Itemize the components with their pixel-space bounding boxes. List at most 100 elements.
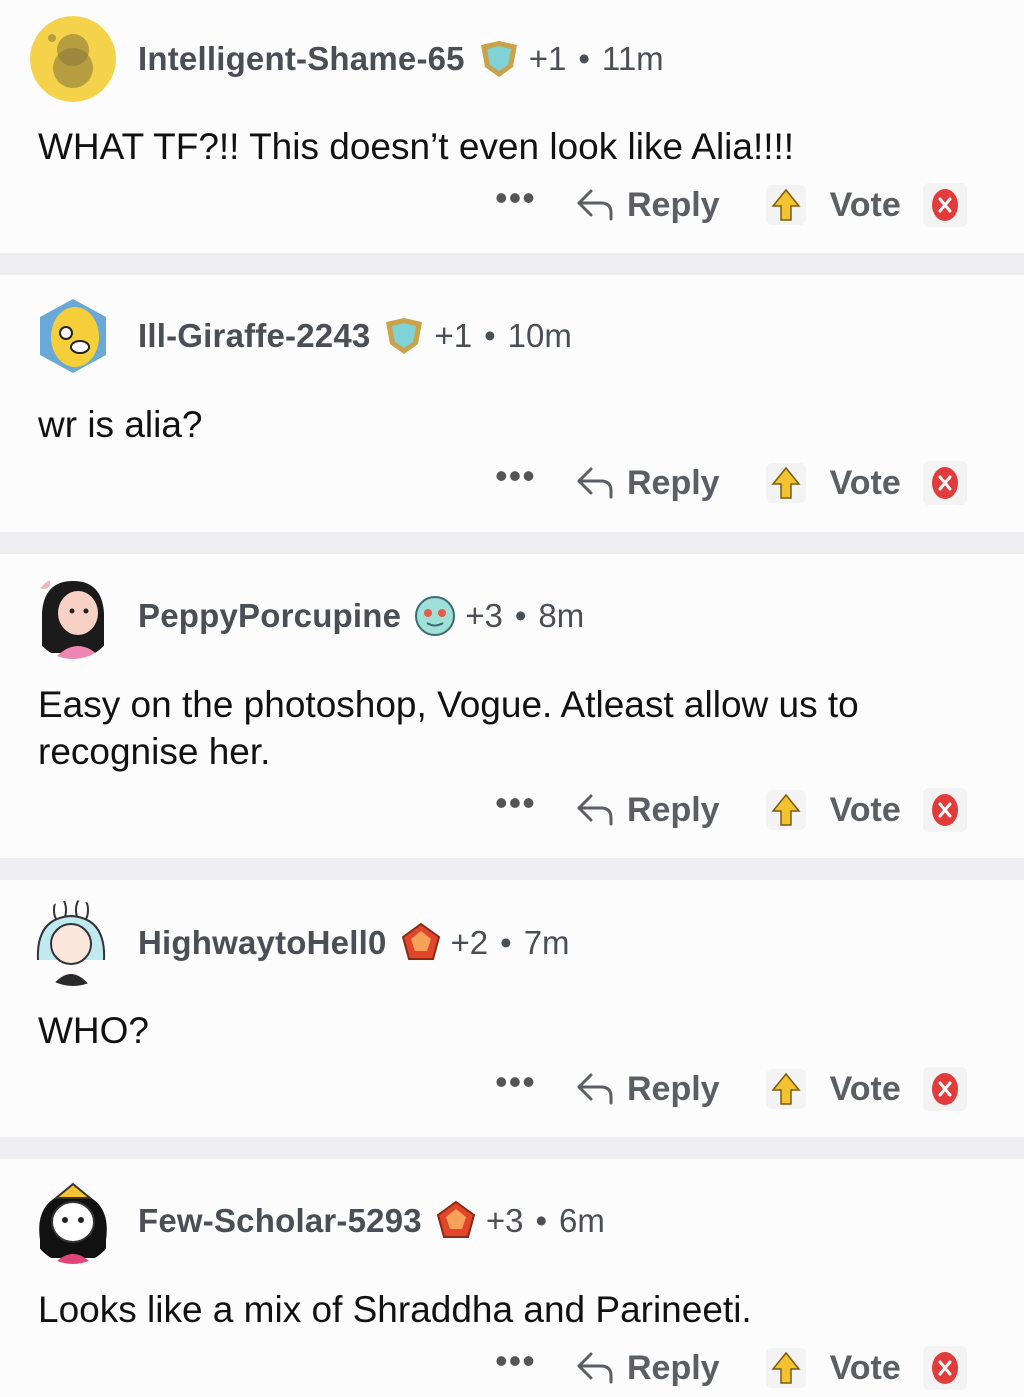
comment: PeppyPorcupine +3 • 8m Easy on the photo… (0, 554, 1024, 858)
more-options-button[interactable]: ••• (495, 1061, 535, 1103)
alien-flair-icon (413, 594, 457, 638)
reply-button[interactable]: Reply (575, 464, 720, 503)
avatar[interactable] (30, 573, 116, 659)
upvote-icon (771, 188, 801, 221)
upvote-button[interactable] (765, 463, 806, 503)
comment-divider (0, 532, 1024, 554)
comment-body: wr is alia? (38, 404, 203, 445)
more-options-button[interactable]: ••• (495, 455, 535, 497)
upvote-button[interactable] (765, 1348, 806, 1388)
meta-separator: • (514, 597, 527, 634)
comment-age: 11m (601, 40, 664, 77)
comment-divider (0, 1137, 1024, 1159)
vote-label: Vote (829, 1348, 901, 1387)
comment-body: WHAT TF?!! This doesn’t even look like A… (38, 126, 795, 167)
downvote-close-icon (931, 189, 958, 221)
comment-header: Intelligent-Shame-65 +1 • 11m (30, 16, 664, 102)
award-count: +1 (528, 40, 567, 77)
upvote-button[interactable] (765, 185, 806, 225)
downvote-close-icon (931, 1352, 958, 1384)
downvote-button[interactable] (922, 788, 967, 832)
downvote-button[interactable] (922, 1067, 967, 1111)
comment-divider (0, 858, 1024, 880)
author-name[interactable]: Few-Scholar-5293 (138, 1202, 422, 1240)
comment-age: 10m (507, 317, 572, 354)
avatar[interactable] (30, 293, 116, 379)
comment-feed: Intelligent-Shame-65 +1 • 11m WHAT TF?!!… (0, 0, 1024, 1397)
award-count: +3 (465, 597, 503, 634)
avatar[interactable] (30, 1178, 116, 1264)
award-count: +3 (485, 1202, 524, 1239)
reply-button[interactable]: Reply (575, 1349, 720, 1388)
vote-label: Vote (829, 790, 901, 829)
vote-label: Vote (829, 463, 901, 502)
gold-shield-flair-icon (382, 314, 426, 358)
more-options-button[interactable]: ••• (495, 177, 535, 219)
reply-arrow-icon (577, 467, 613, 499)
vote-label: Vote (829, 185, 901, 224)
comment: Intelligent-Shame-65 +1 • 11m WHAT TF?!!… (0, 0, 1024, 253)
author-name[interactable]: PeppyPorcupine (138, 597, 401, 635)
meta-separator: • (535, 1202, 548, 1239)
comment-header: Ill-Giraffe-2243 +1 • 10m (30, 293, 572, 379)
comment-divider (0, 253, 1024, 275)
downvote-button[interactable] (922, 461, 967, 505)
upvote-icon (771, 793, 801, 826)
more-options-button[interactable]: ••• (495, 782, 535, 824)
author-name[interactable]: HighwaytoHell0 (138, 924, 387, 962)
award-count: +2 (450, 924, 489, 961)
author-name[interactable]: Intelligent-Shame-65 (138, 40, 465, 78)
award-count: +1 (434, 317, 473, 354)
upvote-icon (771, 1351, 801, 1384)
downvote-button[interactable] (922, 183, 967, 227)
comment-actions: ••• Reply Vote (495, 177, 967, 227)
comment-age: 7m (523, 924, 570, 961)
comment-actions: ••• Reply Vote (495, 1061, 967, 1111)
downvote-button[interactable] (922, 1346, 967, 1390)
upvote-icon (771, 1072, 801, 1105)
reply-button[interactable]: Reply (575, 186, 720, 225)
comment-actions: ••• Reply Vote (495, 1340, 967, 1390)
comment-age: 6m (559, 1202, 605, 1239)
reply-button[interactable]: Reply (575, 1070, 720, 1109)
comment-header: HighwaytoHell0 +2 • 7m (30, 900, 570, 986)
downvote-close-icon (931, 794, 958, 826)
ruby-gem-flair-icon (399, 921, 443, 965)
ruby-gem-flair-icon (434, 1199, 478, 1243)
reply-label: Reply (627, 1069, 720, 1108)
upvote-icon (771, 466, 801, 499)
reply-label: Reply (627, 185, 720, 224)
meta-separator: • (578, 40, 590, 77)
more-options-button[interactable]: ••• (495, 1340, 535, 1382)
comment-header: Few-Scholar-5293 +3 • 6m (30, 1178, 605, 1264)
reply-label: Reply (627, 790, 720, 829)
comment-body: Looks like a mix of Shraddha and Parinee… (38, 1289, 752, 1330)
meta-separator: • (500, 924, 512, 961)
comment-body: Easy on the photoshop, Vogue. Atleast al… (38, 684, 859, 772)
upvote-button[interactable] (765, 790, 806, 830)
upvote-button[interactable] (765, 1069, 806, 1109)
reply-button[interactable]: Reply (575, 791, 720, 830)
comment: HighwaytoHell0 +2 • 7m WHO? ••• Reply Vo… (0, 880, 1024, 1137)
reply-label: Reply (627, 463, 720, 502)
reply-label: Reply (627, 1348, 720, 1387)
comment-age: 8m (538, 597, 585, 634)
avatar[interactable] (30, 900, 116, 986)
avatar[interactable] (30, 16, 116, 102)
vote-label: Vote (829, 1069, 901, 1108)
reply-arrow-icon (577, 189, 613, 221)
gold-shield-flair-icon (477, 37, 521, 81)
downvote-close-icon (931, 467, 958, 499)
reply-arrow-icon (577, 1073, 613, 1105)
downvote-close-icon (931, 1073, 958, 1105)
comment: Few-Scholar-5293 +3 • 6m Looks like a mi… (0, 1159, 1024, 1397)
comment-header: PeppyPorcupine +3 • 8m (30, 573, 584, 659)
comment-body: WHO? (38, 1010, 149, 1051)
meta-separator: • (484, 317, 496, 354)
author-name[interactable]: Ill-Giraffe-2243 (138, 317, 370, 355)
comment-actions: ••• Reply Vote (495, 782, 967, 832)
reply-arrow-icon (577, 1352, 613, 1384)
reply-arrow-icon (577, 794, 613, 826)
comment-actions: ••• Reply Vote (495, 455, 967, 505)
comment: Ill-Giraffe-2243 +1 • 10m wr is alia? ••… (0, 275, 1024, 532)
